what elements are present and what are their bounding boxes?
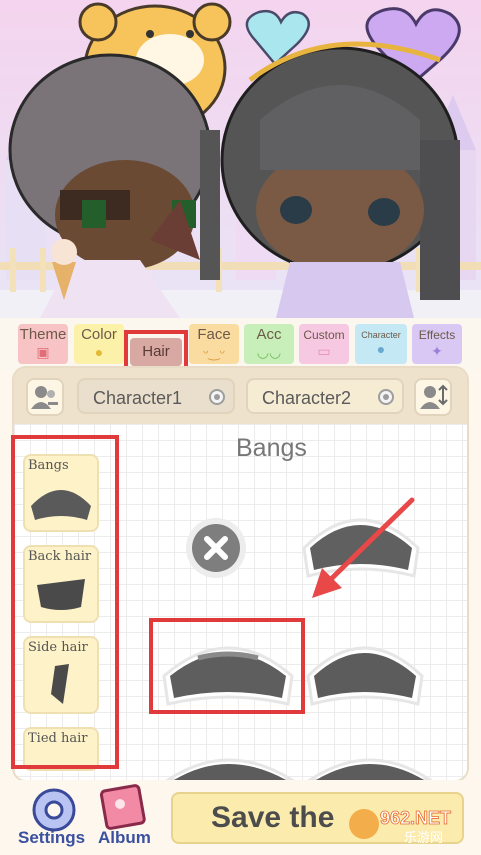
tab-custom-label: Custom bbox=[303, 328, 345, 342]
selected-option-highlight bbox=[149, 618, 305, 714]
watermark-logo: 962.NET 乐游网 bbox=[349, 808, 451, 846]
tab-color[interactable]: Color ● bbox=[74, 324, 124, 364]
character-selector-bar: Character1 Character2 bbox=[14, 368, 467, 424]
tab-theme[interactable]: Theme ▣ bbox=[18, 324, 68, 364]
character-preview-scene bbox=[0, 0, 481, 318]
radio-icon bbox=[378, 389, 394, 405]
character2-label: Character2 bbox=[262, 388, 352, 408]
layer-order-button[interactable] bbox=[414, 378, 452, 416]
settings-label: Settings bbox=[18, 828, 86, 847]
character-swap-button[interactable] bbox=[26, 378, 64, 416]
tab-acc[interactable]: Acc ◡◡ bbox=[244, 324, 294, 364]
tab-effects[interactable]: Effects ✦ bbox=[412, 324, 462, 364]
face-icon: ᵕ‿ᵕ bbox=[203, 344, 225, 360]
arrow-icon bbox=[312, 497, 415, 598]
album-icon bbox=[99, 784, 146, 830]
tab-custom[interactable]: Custom ▭ bbox=[299, 324, 349, 364]
save-label: Save the bbox=[211, 801, 335, 834]
album-label: Album bbox=[98, 828, 151, 847]
preview-illustration bbox=[0, 0, 481, 318]
hair-editor-panel: Character1 Character2 Bangs Back hair Si… bbox=[11, 368, 467, 780]
tab-effects-label: Effects bbox=[418, 328, 456, 342]
side-category-highlight bbox=[11, 435, 119, 769]
tab-acc-label: Acc bbox=[256, 326, 282, 343]
svg-text:962.NET: 962.NET bbox=[380, 808, 451, 828]
character2-button[interactable]: Character2 bbox=[246, 378, 404, 414]
glasses-icon: ◡◡ bbox=[256, 344, 282, 360]
remove-hair-option[interactable] bbox=[186, 518, 246, 578]
watermark: 962.NET 乐游网 bbox=[346, 802, 474, 846]
settings-button[interactable]: Settings bbox=[18, 786, 92, 852]
svg-text:乐游网: 乐游网 bbox=[404, 831, 443, 846]
person-icon: ● bbox=[376, 341, 386, 357]
section-title: Bangs bbox=[236, 434, 307, 462]
character1-label: Character1 bbox=[93, 388, 183, 408]
bangs-next-row-art bbox=[165, 758, 433, 780]
bangs-option-3-art bbox=[306, 646, 424, 706]
image-icon: ▭ bbox=[317, 343, 331, 359]
tab-character-label: Character bbox=[361, 330, 401, 340]
tab-theme-label: Theme bbox=[19, 326, 67, 343]
bangs-option-3[interactable] bbox=[302, 624, 428, 720]
people-icon bbox=[31, 386, 58, 409]
hair-tab-highlight bbox=[124, 330, 188, 370]
bottom-bar: Settings Album Save the 962.NET 乐游网 bbox=[0, 780, 481, 855]
album-button[interactable]: Album bbox=[94, 784, 154, 852]
drop-icon: ● bbox=[94, 344, 104, 360]
scene-icon: ▣ bbox=[36, 344, 50, 360]
sparkle-icon: ✦ bbox=[431, 343, 443, 359]
close-icon bbox=[192, 524, 240, 572]
tab-color-label: Color bbox=[81, 326, 117, 343]
character1-button[interactable]: Character1 bbox=[77, 378, 235, 414]
person-sort-icon bbox=[420, 384, 448, 409]
tab-character[interactable]: Character ● bbox=[355, 324, 407, 364]
tab-face-label: Face bbox=[197, 326, 231, 343]
bangs-options-next-row bbox=[164, 732, 434, 780]
radio-icon bbox=[209, 389, 225, 405]
category-tab-bar: Theme ▣ Color ● Hair Face ᵕ‿ᵕ Acc ◡◡ Cus… bbox=[0, 318, 481, 370]
tab-face[interactable]: Face ᵕ‿ᵕ bbox=[189, 324, 239, 364]
